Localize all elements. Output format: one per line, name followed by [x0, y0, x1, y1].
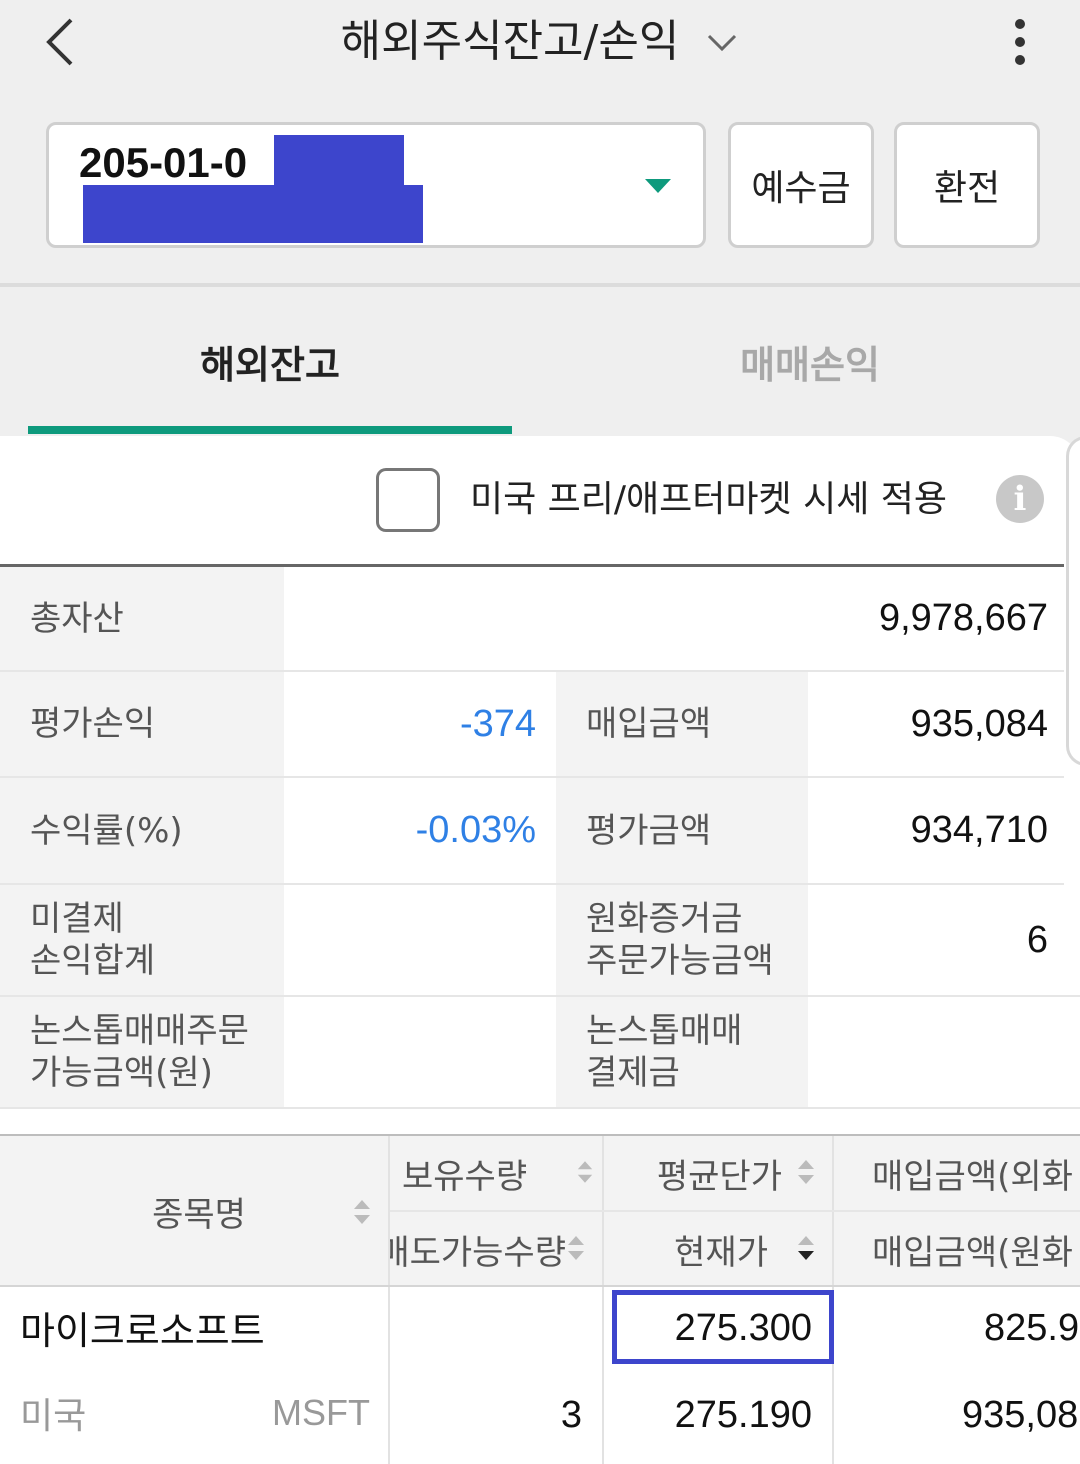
holding-qty-cell — [390, 1295, 602, 1361]
tab-overseas-balance[interactable]: 해외잔고 — [28, 330, 512, 400]
col-header-current-price[interactable]: 현재가 — [604, 1212, 832, 1286]
table-row[interactable]: 마이크로소프트 미국 MSFT — [0, 1287, 388, 1464]
col-header-holding-qty-label: 보유수량 — [402, 1156, 528, 1197]
page-title-dropdown[interactable]: 해외주식잔고/손익 — [0, 10, 1080, 74]
nonstop-order-label-line2: 가능금액(원) — [30, 1053, 213, 1093]
sort-icon — [354, 1200, 370, 1224]
unsettled-pl-label: 미결제 손익합계 — [0, 885, 284, 995]
tab-trade-pl[interactable]: 매매손익 — [540, 330, 1080, 400]
col-header-holding-qty[interactable]: 보유수량 — [390, 1136, 602, 1210]
col-header-name-label: 종목명 — [152, 1194, 246, 1235]
sort-icon — [577, 1161, 593, 1183]
divider — [0, 283, 1080, 287]
eval-pl-value: -374 — [284, 672, 556, 776]
stock-market: 미국 — [20, 1396, 87, 1437]
chevron-down-icon — [708, 34, 737, 52]
scroll-edge — [1066, 436, 1080, 766]
row-divider — [0, 1107, 1080, 1109]
account-selector[interactable]: 205-01-074 — [46, 122, 706, 248]
info-icon[interactable]: i — [996, 475, 1044, 523]
sellable-qty-cell: 3 — [560, 1393, 582, 1436]
krw-margin-label-line2: 주문가능금액 — [586, 941, 774, 981]
col-header-sellable-qty[interactable]: 매도가능수량 — [390, 1212, 602, 1286]
eval-amount-value: 934,710 — [808, 778, 1064, 883]
unsettled-pl-label-line1: 미결제 — [30, 899, 124, 939]
total-assets-label: 총자산 — [0, 567, 284, 670]
krw-margin-label-line1: 원화증거금 — [586, 899, 743, 939]
deposit-button[interactable]: 예수금 — [728, 122, 874, 248]
col-header-name[interactable]: 종목명 — [0, 1136, 388, 1286]
nonstop-order-value — [284, 997, 556, 1107]
nonstop-settle-label-line1: 논스톱매매 — [586, 1011, 743, 1051]
unsettled-pl-label-line2: 손익합계 — [30, 941, 156, 981]
dropdown-triangle-icon — [645, 179, 671, 193]
more-vertical-icon — [1015, 19, 1025, 65]
current-price-cell: 275.190 — [674, 1393, 812, 1436]
unsettled-pl-value — [284, 885, 556, 995]
nonstop-settle-value — [808, 997, 1080, 1107]
account-number-prefix: 205-01-0 — [79, 139, 248, 186]
krw-margin-label: 원화증거금 주문가능금액 — [556, 885, 808, 995]
col-header-purchase-krw[interactable]: 매입금액(원화 — [834, 1212, 1080, 1286]
highlight-box — [612, 1290, 834, 1364]
purchase-amount-label: 매입금액 — [556, 672, 808, 776]
col-header-avg-price-label: 평균단가 — [656, 1156, 782, 1197]
purchase-foreign-cell: 825.9 — [984, 1306, 1080, 1349]
more-menu-button[interactable] — [995, 12, 1045, 72]
col-header-avg-price[interactable]: 평균단가 — [604, 1136, 832, 1210]
nonstop-order-label-line1: 논스톱매매주문 — [30, 1011, 249, 1051]
purchase-amount-value: 935,084 — [808, 672, 1064, 776]
active-tab-indicator — [28, 426, 512, 434]
col-header-current-price-label: 현재가 — [674, 1232, 768, 1273]
return-rate-label: 수익률(%) — [0, 778, 284, 883]
purchase-krw-cell: 935,08 — [962, 1393, 1079, 1436]
total-assets-value: 9,978,667 — [284, 567, 1064, 670]
return-rate-value: -0.03% — [284, 778, 556, 883]
redaction-mask — [274, 135, 404, 185]
sort-icon — [798, 1160, 814, 1184]
premarket-checkbox[interactable] — [376, 468, 440, 532]
redaction-mask — [83, 185, 423, 243]
nonstop-settle-label: 논스톱매매 결제금 — [556, 997, 808, 1107]
nonstop-order-label: 논스톱매매주문 가능금액(원) — [0, 997, 284, 1107]
eval-pl-label: 평가손익 — [0, 672, 284, 776]
nonstop-settle-label-line2: 결제금 — [586, 1053, 680, 1093]
exchange-button[interactable]: 환전 — [894, 122, 1040, 248]
page-title: 해외주식잔고/손익 — [340, 16, 680, 67]
eval-amount-label: 평가금액 — [556, 778, 808, 883]
sort-icon — [568, 1236, 584, 1260]
col-header-purchase-foreign[interactable]: 매입금액(외화 — [834, 1136, 1080, 1210]
col-header-sellable-qty-label: 매도가능수량 — [390, 1232, 566, 1273]
premarket-label: 미국 프리/애프터마켓 시세 적용 — [470, 479, 948, 520]
stock-ticker: MSFT — [272, 1392, 370, 1433]
header-row-divider — [390, 1210, 1080, 1212]
krw-margin-value: 6 — [808, 885, 1064, 995]
stock-name: 마이크로소프트 — [20, 1308, 265, 1353]
sort-desc-icon — [798, 1236, 814, 1260]
